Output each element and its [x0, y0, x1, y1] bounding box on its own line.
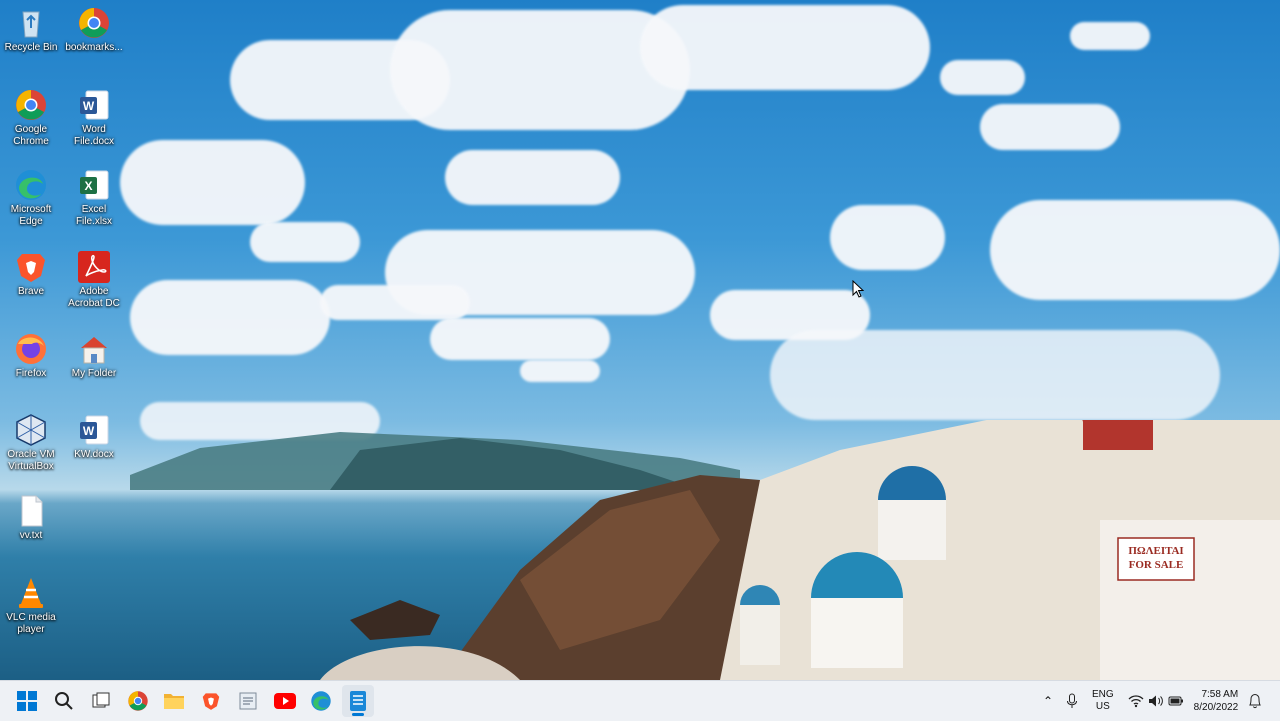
- youtube-icon: [274, 693, 296, 709]
- task-view-button[interactable]: [85, 685, 117, 717]
- desktop-icon-label: VLC media player: [6, 612, 56, 635]
- firefox-icon: [14, 332, 48, 366]
- clock[interactable]: 7:58 AM 8/20/2022: [1194, 688, 1239, 714]
- cloud: [445, 150, 620, 205]
- desktop-icon-label: Recycle Bin: [4, 42, 58, 53]
- svg-text:X: X: [84, 179, 92, 193]
- youtube-taskbar-button[interactable]: [269, 685, 301, 717]
- desktop-icon-label: Brave: [17, 286, 45, 297]
- desktop-icon-label: vv.txt: [19, 530, 43, 541]
- desktop-icon-label: My Folder: [71, 368, 117, 379]
- cloud: [980, 104, 1120, 150]
- desktop-icon-label: Excel File.xlsx: [75, 204, 113, 227]
- text-file-icon: [14, 494, 48, 528]
- recycle-bin-icon: [14, 6, 48, 40]
- cloud: [430, 318, 610, 360]
- start-button[interactable]: [11, 685, 43, 717]
- landscape-illustration: ΠΩΛΕΙΤΑΙ FOR SALE: [130, 420, 1280, 680]
- file-explorer-taskbar-button[interactable]: [158, 685, 190, 717]
- virtualbox-icon: [14, 413, 48, 447]
- volume-icon[interactable]: [1148, 694, 1164, 708]
- chrome-icon: [77, 6, 111, 40]
- desktop-icon-adobe-acrobat[interactable]: Adobe Acrobat DC: [64, 250, 124, 326]
- cloud: [940, 60, 1025, 95]
- clock-time: 7:58 AM: [1201, 689, 1239, 700]
- folder-icon: [164, 694, 184, 709]
- chrome-icon: [128, 691, 148, 711]
- desktop-icon-google-chrome[interactable]: Google Chrome: [1, 88, 61, 164]
- desktop-icon-excel-file[interactable]: X Excel File.xlsx: [64, 168, 124, 244]
- desktop-icon-firefox[interactable]: Firefox: [1, 332, 61, 408]
- chrome-icon: [14, 88, 48, 122]
- notepad-icon: [239, 692, 257, 710]
- desktop-icon-recycle-bin[interactable]: Recycle Bin: [1, 6, 61, 82]
- desktop-icon-bookmarks[interactable]: bookmarks...: [64, 6, 124, 82]
- cloud: [250, 222, 360, 262]
- word-icon: W: [77, 413, 111, 447]
- edge-icon: [311, 691, 331, 711]
- desktop-icon-label: Firefox: [15, 368, 47, 379]
- document-icon: [350, 691, 366, 711]
- sign-greek-text: ΠΩΛΕΙΤΑΙ: [1128, 545, 1183, 557]
- brave-icon: [202, 693, 220, 710]
- svg-text:W: W: [83, 99, 95, 113]
- desktop-icon-label: Word File.docx: [73, 124, 114, 147]
- desktop-icon-label: KW.docx: [74, 449, 114, 460]
- system-tray: ⌃ ENG US 7:58 AM 8/20/2022: [1040, 681, 1262, 721]
- folder-icon: [77, 332, 111, 366]
- microphone-icon[interactable]: [1066, 693, 1078, 709]
- desktop-icon-label: Oracle VM VirtualBox: [7, 449, 55, 472]
- cloud: [520, 360, 600, 382]
- cloud: [320, 285, 470, 320]
- desktop-icon-label: Adobe Acrobat DC: [68, 286, 120, 309]
- windows-icon: [17, 691, 37, 711]
- cloud: [770, 330, 1220, 420]
- clock-date: 8/20/2022: [1193, 702, 1239, 713]
- desktop-icon-kw-docx[interactable]: W KW.docx: [64, 413, 124, 489]
- chevron-up-icon[interactable]: ⌃: [1040, 694, 1056, 708]
- desktop-icon-my-folder[interactable]: My Folder: [64, 332, 124, 408]
- region-label: US: [1095, 701, 1110, 712]
- desktop-icon-virtualbox[interactable]: Oracle VM VirtualBox: [1, 413, 61, 489]
- search-icon: [55, 692, 73, 710]
- acrobat-icon: [77, 250, 111, 284]
- battery-icon[interactable]: [1168, 695, 1184, 707]
- search-button[interactable]: [48, 685, 80, 717]
- desktop-icon-microsoft-edge[interactable]: Microsoft Edge: [1, 168, 61, 244]
- notification-icon[interactable]: [1248, 693, 1262, 709]
- desktop-wallpaper: ΠΩΛΕΙΤΑΙ FOR SALE Recycle Bin bookmarks.…: [0, 0, 1280, 680]
- task-view-icon: [92, 692, 110, 708]
- desktop-icon-label: Google Chrome: [13, 124, 49, 147]
- wifi-icon[interactable]: [1128, 694, 1144, 708]
- brave-taskbar-button[interactable]: [195, 685, 227, 717]
- cloud: [830, 205, 945, 270]
- cloud: [640, 5, 930, 90]
- language-label: ENG: [1092, 689, 1114, 700]
- mouse-cursor-icon: [852, 280, 864, 298]
- chrome-taskbar-button[interactable]: [122, 685, 154, 717]
- cloud: [1070, 22, 1150, 50]
- taskbar: ⌃ ENG US 7:58 AM 8/20/2022: [0, 680, 1280, 721]
- cloud: [990, 200, 1280, 300]
- desktop-icon-label: Microsoft Edge: [10, 204, 52, 227]
- language-indicator[interactable]: ENG US: [1092, 689, 1114, 713]
- active-indicator: [352, 713, 364, 716]
- notepad-taskbar-button[interactable]: [232, 685, 264, 717]
- cloud: [130, 280, 330, 355]
- vlc-icon: [14, 576, 48, 610]
- word-icon: W: [77, 88, 111, 122]
- document-app-taskbar-button[interactable]: [342, 685, 374, 717]
- desktop-icon-vlc[interactable]: VLC media player: [1, 576, 61, 652]
- edge-icon: [14, 168, 48, 202]
- desktop-icon-vv-txt[interactable]: vv.txt: [1, 494, 61, 570]
- cloud: [120, 140, 305, 225]
- desktop-icon-label: bookmarks...: [65, 42, 123, 53]
- excel-icon: X: [77, 168, 111, 202]
- svg-text:W: W: [83, 424, 95, 438]
- edge-taskbar-button[interactable]: [305, 685, 337, 717]
- sign-english-text: FOR SALE: [1129, 559, 1184, 571]
- brave-icon: [14, 250, 48, 284]
- desktop-icon-word-file[interactable]: W Word File.docx: [64, 88, 124, 164]
- desktop-icon-brave[interactable]: Brave: [1, 250, 61, 326]
